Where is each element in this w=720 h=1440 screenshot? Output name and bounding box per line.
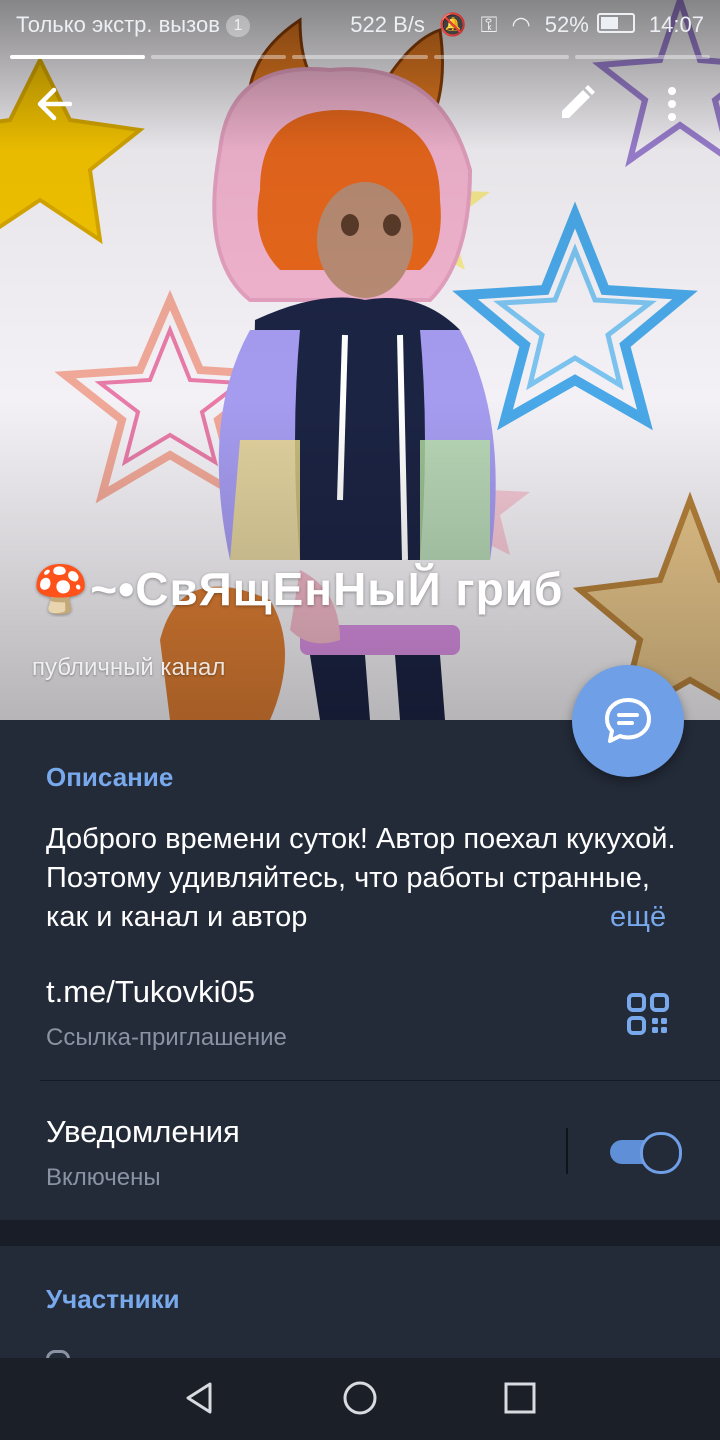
invite-link-caption: Ссылка-приглашение (46, 1024, 287, 1051)
separator (566, 1128, 568, 1174)
wifi-icon: ◠ (511, 12, 531, 37)
qr-code-icon[interactable] (626, 992, 670, 1036)
pencil-icon[interactable] (552, 80, 600, 128)
mute-icon: 🔕 (439, 12, 467, 37)
nav-home-icon[interactable] (340, 1378, 380, 1418)
story-segment (10, 55, 146, 59)
invite-link[interactable]: t.me/Tukovki05 (46, 974, 255, 1010)
notifications-label[interactable]: Уведомления (46, 1114, 240, 1150)
key-icon: ⚿ (480, 12, 498, 37)
nav-back-icon[interactable] (180, 1378, 220, 1418)
status-right: 522 B/s 🔕 ⚿ ◠ 52% 14:07 (342, 12, 704, 38)
status-left: Только экстр. вызов 1 (16, 12, 250, 38)
member-row-icon (46, 1350, 70, 1358)
story-segment (292, 55, 428, 59)
nav-recent-icon[interactable] (500, 1378, 540, 1418)
chat-bubble-icon (605, 698, 651, 743)
notifications-state: Включены (46, 1164, 161, 1191)
story-segment (433, 55, 569, 59)
system-nav-bar (0, 1358, 720, 1440)
sim-badge: 1 (225, 15, 250, 37)
channel-header: Только экстр. вызов 1 522 B/s 🔕 ⚿ ◠ 52% 1… (0, 0, 720, 720)
mushroom-emoji: 🍄 (32, 563, 91, 615)
story-segment (574, 55, 711, 59)
story-progress (10, 55, 711, 59)
battery-icon (596, 13, 635, 33)
more-vert-icon[interactable] (648, 80, 696, 128)
toggle-knob (640, 1132, 682, 1174)
notifications-toggle[interactable] (610, 1132, 682, 1174)
story-segment (151, 55, 287, 59)
status-bar: Только экстр. вызов 1 522 B/s 🔕 ⚿ ◠ 52% 1… (0, 0, 720, 50)
divider (40, 1080, 720, 1081)
section-gap (0, 1220, 720, 1246)
channel-info-card: Описание Доброго времени суток! Автор по… (0, 720, 720, 1220)
channel-title: 🍄~•СвЯщЕнНыЙ гриб (32, 562, 692, 617)
channel-name: ~•СвЯщЕнНыЙ гриб (90, 563, 564, 615)
members-label: Участники (46, 1284, 180, 1314)
discussion-button[interactable] (572, 665, 684, 777)
net-speed: 522 B/s (350, 12, 425, 37)
members-section: Участники (0, 1246, 720, 1358)
battery-percent: 52% (544, 12, 589, 37)
channel-type: публичный канал (32, 654, 226, 681)
description-more-link[interactable]: ещё (530, 898, 667, 938)
clock: 14:07 (648, 12, 704, 37)
description-label: Описание (46, 762, 174, 792)
back-arrow-icon[interactable] (30, 80, 78, 128)
carrier-text: Только экстр. вызов (16, 12, 220, 37)
